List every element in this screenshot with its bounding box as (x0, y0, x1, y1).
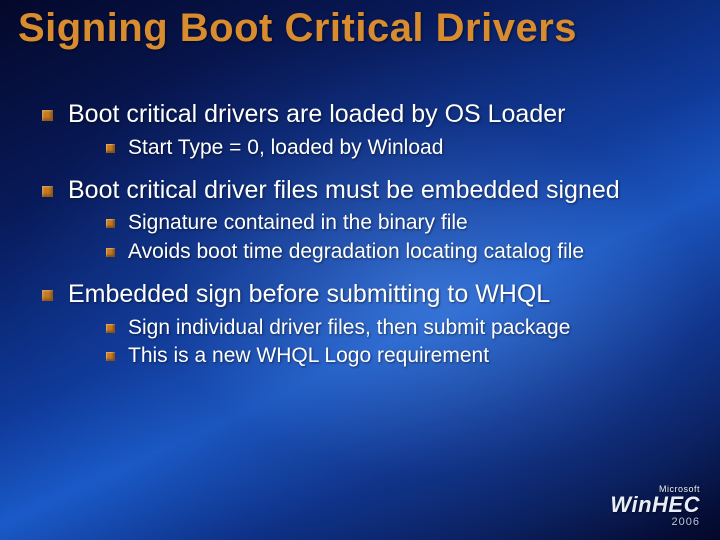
sub-bullet-item: This is a new WHQL Logo requirement (104, 342, 690, 370)
bullet-text: Boot critical driver files must be embed… (68, 176, 620, 204)
sub-list: Start Type = 0, loaded by Winload (68, 134, 690, 162)
sub-bullet-item: Signature contained in the binary file (104, 209, 690, 237)
sub-bullet-item: Avoids boot time degradation locating ca… (104, 238, 690, 266)
slide: Signing Boot Critical Drivers Boot criti… (0, 0, 720, 540)
logo-event: WinHEC (610, 492, 700, 518)
bullet-list: Boot critical drivers are loaded by OS L… (38, 100, 690, 370)
sub-list: Signature contained in the binary file A… (68, 209, 690, 266)
slide-content: Boot critical drivers are loaded by OS L… (38, 100, 690, 384)
sub-list: Sign individual driver files, then submi… (68, 314, 690, 371)
slide-title: Signing Boot Critical Drivers (18, 6, 702, 51)
sub-bullet-item: Start Type = 0, loaded by Winload (104, 134, 690, 162)
bullet-item: Boot critical drivers are loaded by OS L… (38, 100, 690, 162)
bullet-item: Embedded sign before submitting to WHQL … (38, 280, 690, 370)
sub-bullet-item: Sign individual driver files, then submi… (104, 314, 690, 342)
bullet-item: Boot critical driver files must be embed… (38, 176, 690, 266)
bullet-text: Embedded sign before submitting to WHQL (68, 280, 550, 308)
bullet-text: Boot critical drivers are loaded by OS L… (68, 100, 565, 128)
event-logo: Microsoft WinHEC 2006 (610, 484, 700, 528)
